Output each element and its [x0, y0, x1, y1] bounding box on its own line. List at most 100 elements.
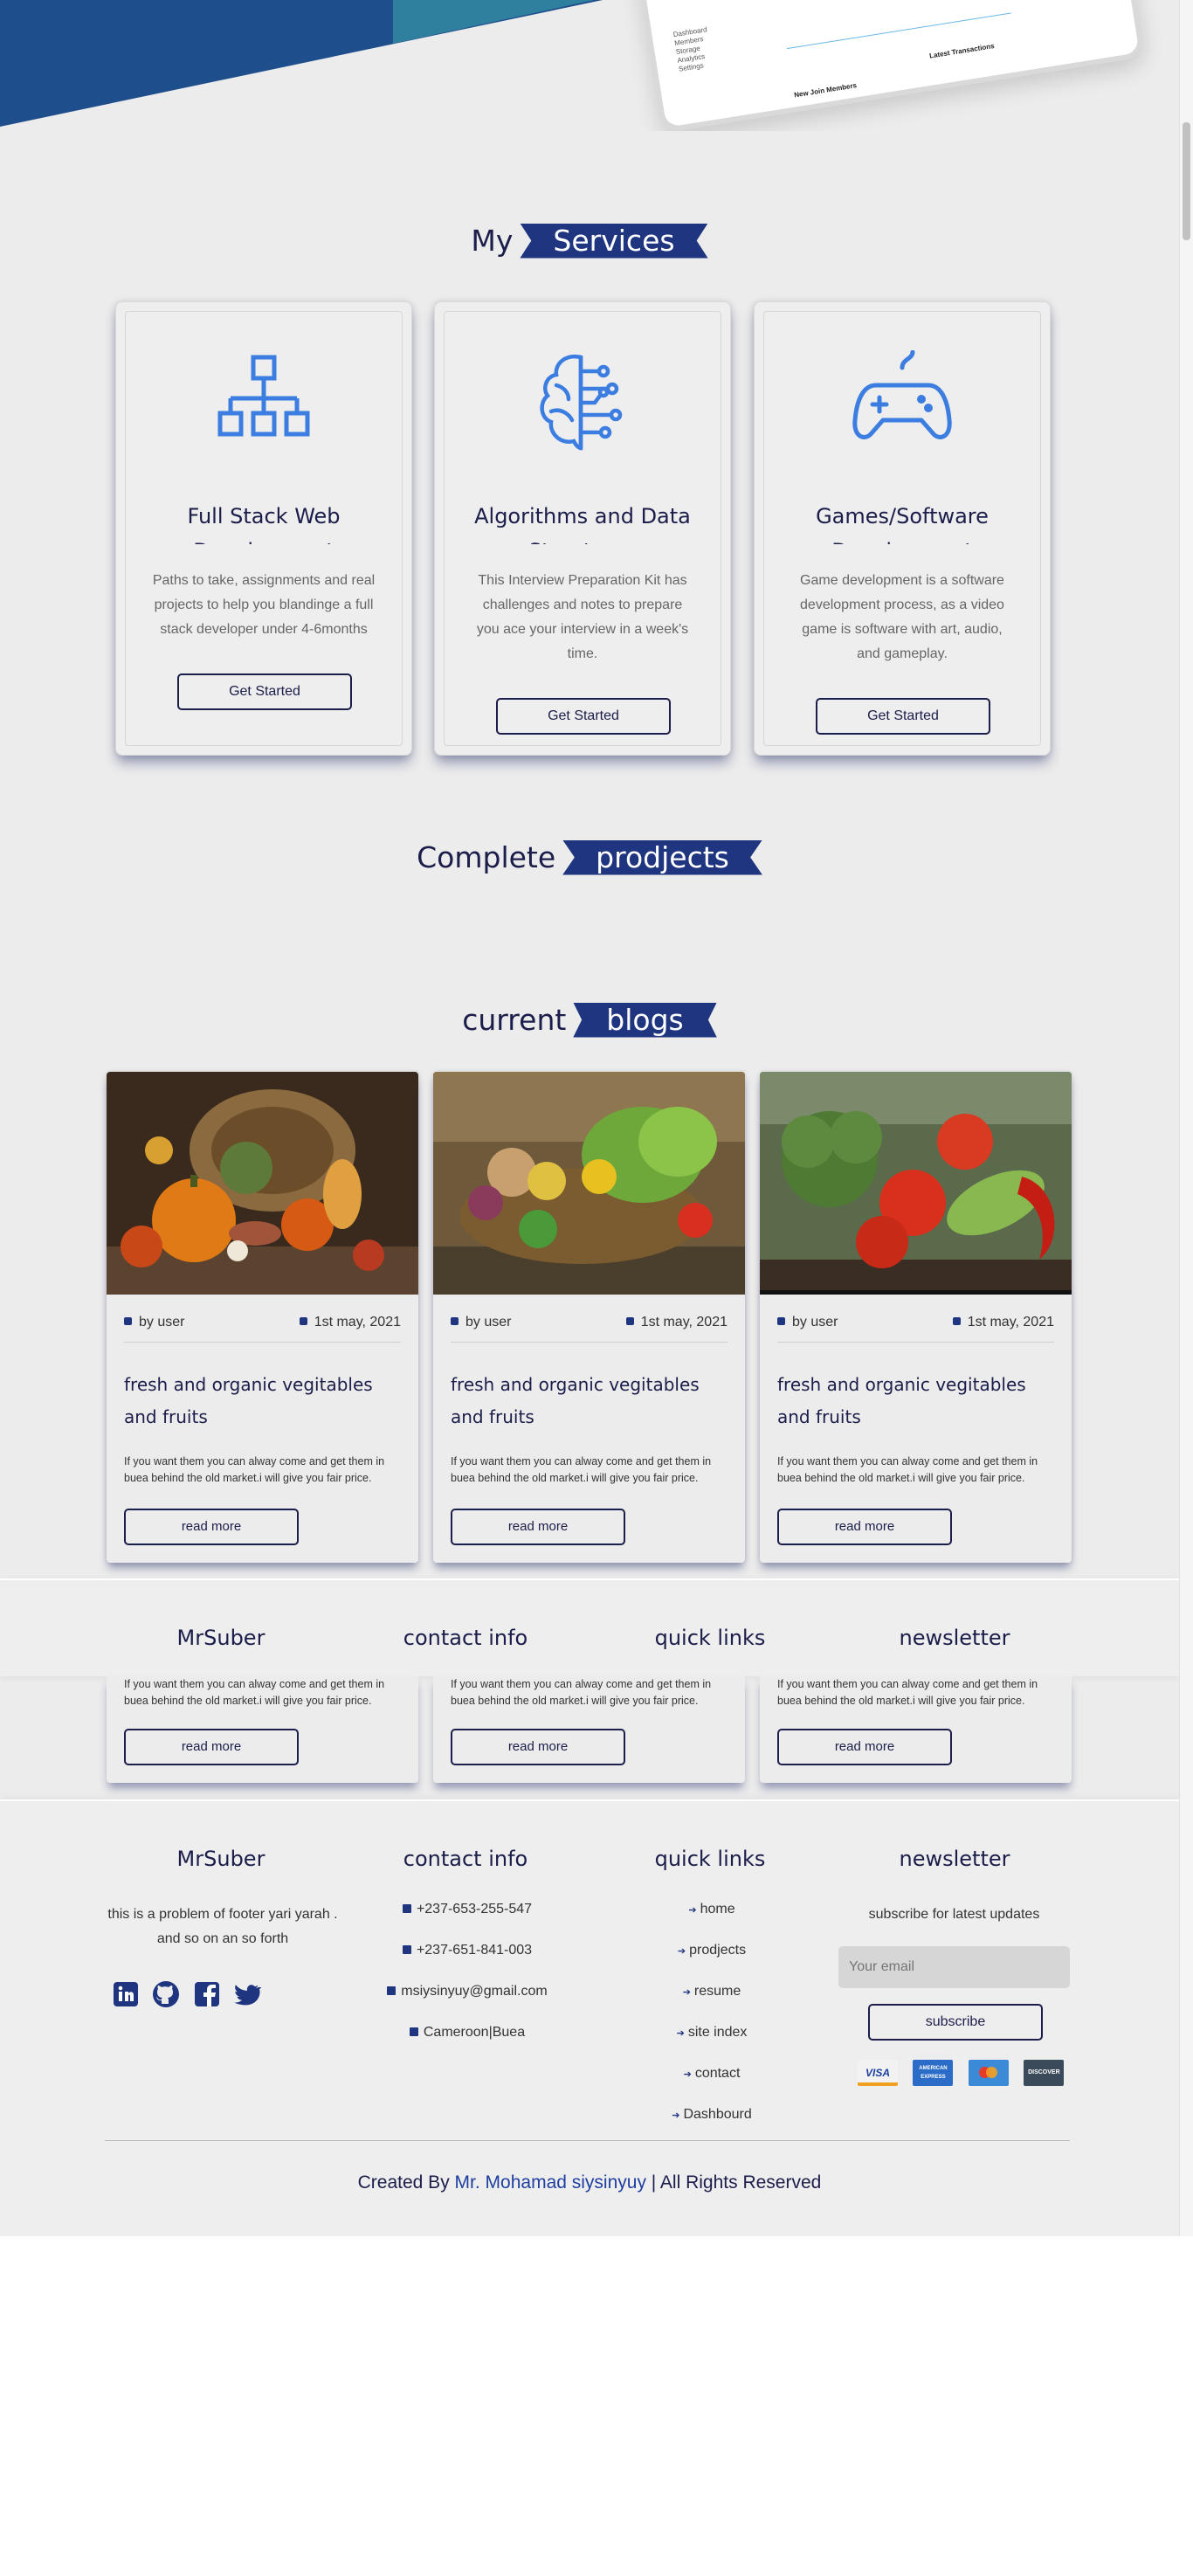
calendar-icon	[952, 1317, 961, 1325]
newsletter-text: subscribe for latest updates	[868, 1907, 1040, 1922]
newsletter-email-input[interactable]	[838, 1946, 1070, 1988]
quick-link-resume[interactable]: ➔ resume	[607, 1981, 817, 2022]
blog-title: fresh and organic vegitables and fruits	[777, 1374, 1026, 1427]
footer-links-title: quick links	[654, 1626, 766, 1650]
blog-card: by user 1st may, 2021 fresh and organic …	[433, 1072, 745, 1563]
phone-icon	[402, 1904, 411, 1913]
service-title: Full Stack Web Development	[187, 504, 341, 544]
blog-meta: by user 1st may, 2021	[124, 1308, 401, 1343]
services-heading: My Services	[0, 219, 1179, 259]
blog-card-repeat: If you want them you can alway come and …	[760, 1676, 1072, 1783]
github-icon[interactable]	[152, 1980, 180, 2008]
quick-link-dashbourd[interactable]: ➔ Dashbourd	[607, 2104, 817, 2145]
subscribe-button[interactable]: subscribe	[868, 2004, 1043, 2041]
get-started-button[interactable]: Get Started	[177, 673, 352, 710]
blog-meta: by user 1st may, 2021	[451, 1308, 728, 1343]
payment-cards: VISA AMERICAN EXPRESS DISCOVER	[858, 2060, 1075, 2088]
blog-image-vegetable-basket	[433, 1072, 745, 1295]
blog-description: If you want them you can alway come and …	[451, 1678, 712, 1707]
twitter-icon[interactable]	[233, 1980, 263, 2008]
read-more-button[interactable]: read more	[124, 1729, 299, 1765]
mastercard-icon	[968, 2060, 1009, 2086]
footer-newsletter-title: newsletter	[899, 1847, 1010, 1871]
service-title: Algorithms and Data Structures	[474, 504, 691, 544]
arrow-right-icon: ➔	[672, 2110, 680, 2121]
service-card: Full Stack Web Development Paths to take…	[115, 301, 412, 756]
sitemap-icon	[217, 355, 310, 437]
read-more-button[interactable]: read more	[451, 1509, 625, 1545]
discover-card-icon: DISCOVER	[1024, 2060, 1065, 2086]
blog-date: 1st may, 2021	[299, 1315, 401, 1330]
footer-about-text: this is a problem of footer yari yarah .…	[107, 1907, 338, 1946]
facebook-icon[interactable]	[193, 1980, 221, 2008]
blog-card-repeat: If you want them you can alway come and …	[107, 1676, 418, 1783]
blog-author: by user	[777, 1315, 838, 1330]
footer-credit: Created By Mr. Mohamad siysinyuy | All R…	[357, 2172, 822, 2193]
phone-icon	[402, 1945, 411, 1954]
footer-divider	[105, 2140, 1070, 2141]
blog-description: If you want them you can alway come and …	[451, 1455, 712, 1484]
quick-link-home[interactable]: ➔ home	[607, 1899, 817, 1940]
service-card: Games/Software Development Game developm…	[754, 301, 1051, 756]
read-more-button[interactable]: read more	[777, 1729, 952, 1765]
contact-location: Cameroon|Buea	[358, 2022, 576, 2063]
footer-header-bar: MrSuber contact info quick links newslet…	[0, 1578, 1179, 1676]
blog-author: by user	[451, 1315, 511, 1330]
hero-teal-shape	[393, 0, 594, 44]
blog-date: 1st may, 2021	[625, 1315, 728, 1330]
device-new-members-label: New Join Members	[793, 81, 858, 100]
blog-description: If you want them you can alway come and …	[124, 1455, 385, 1484]
arrow-right-icon: ➔	[683, 2069, 692, 2080]
arrow-right-icon: ➔	[676, 2028, 685, 2039]
get-started-button[interactable]: Get Started	[816, 698, 990, 735]
blog-title: fresh and organic vegitables and fruits	[124, 1374, 373, 1427]
projects-heading: Complete prodjects	[0, 836, 1179, 876]
author-link[interactable]: Mr. Mohamad siysinyuy	[455, 2172, 646, 2193]
vertical-scrollbar[interactable]	[1179, 0, 1193, 2236]
read-more-button[interactable]: read more	[124, 1509, 299, 1545]
blog-description: If you want them you can alway come and …	[777, 1678, 1038, 1707]
scrollbar-thumb[interactable]	[1183, 122, 1190, 240]
arrow-right-icon: ➔	[682, 1987, 691, 1998]
contact-phone-2: +237-651-841-003	[358, 1940, 576, 1981]
hero-banner: Dashboard Members Storage Analytics Sett…	[0, 0, 1179, 131]
get-started-button[interactable]: Get Started	[496, 698, 671, 735]
calendar-icon	[625, 1317, 634, 1325]
gamepad-icon	[852, 350, 952, 439]
arrow-right-icon: ➔	[688, 1905, 697, 1916]
blog-date: 1st may, 2021	[952, 1315, 1054, 1330]
footer-links-title: quick links	[654, 1847, 766, 1871]
blog-title: fresh and organic vegitables and fruits	[451, 1374, 700, 1427]
arrow-right-icon: ➔	[677, 1946, 686, 1957]
blog-description: If you want them you can alway come and …	[124, 1678, 385, 1707]
visa-card-icon: VISA	[858, 2060, 898, 2086]
contact-email: msiysinyuy@gmail.com	[358, 1981, 576, 2022]
blog-meta: by user 1st may, 2021	[777, 1308, 1054, 1343]
contact-list: +237-653-255-547 +237-651-841-003 msiysi…	[358, 1899, 576, 2063]
blog-author: by user	[124, 1315, 184, 1330]
service-description: Paths to take, assignments and real proj…	[152, 573, 376, 637]
footer-contact-title: contact info	[403, 1847, 528, 1871]
service-description: This Interview Preparation Kit has chall…	[476, 573, 689, 661]
contact-phone-1: +237-653-255-547	[358, 1899, 576, 1940]
footer-newsletter-title: newsletter	[899, 1626, 1010, 1650]
user-icon	[451, 1317, 459, 1325]
blog-card-repeat: If you want them you can alway come and …	[433, 1676, 745, 1783]
device-sidebar: Dashboard Members Storage Analytics Sett…	[672, 25, 708, 73]
service-card: Algorithms and Data Structures This Inte…	[434, 301, 731, 756]
blogs-heading: current blogs	[0, 998, 1179, 1039]
quick-link-prodjects[interactable]: ➔ prodjects	[607, 1940, 817, 1981]
blog-image-harvest	[107, 1072, 418, 1295]
quick-link-site-index[interactable]: ➔ site index	[607, 2022, 817, 2063]
service-title: Games/Software Development	[816, 504, 989, 544]
user-icon	[777, 1317, 785, 1325]
dashboard-device-mockup: Dashboard Members Storage Analytics Sett…	[636, 0, 1146, 131]
service-description: Game development is a software developme…	[800, 573, 1004, 661]
linkedin-icon[interactable]	[112, 1980, 140, 2008]
page: Dashboard Members Storage Analytics Sett…	[0, 0, 1179, 2236]
quick-link-contact[interactable]: ➔ contact	[607, 2063, 817, 2104]
read-more-button[interactable]: read more	[451, 1729, 625, 1765]
blog-image-broccoli-tomatoes	[760, 1072, 1072, 1295]
footer-brand: MrSuber	[176, 1847, 265, 1871]
read-more-button[interactable]: read more	[777, 1509, 952, 1545]
